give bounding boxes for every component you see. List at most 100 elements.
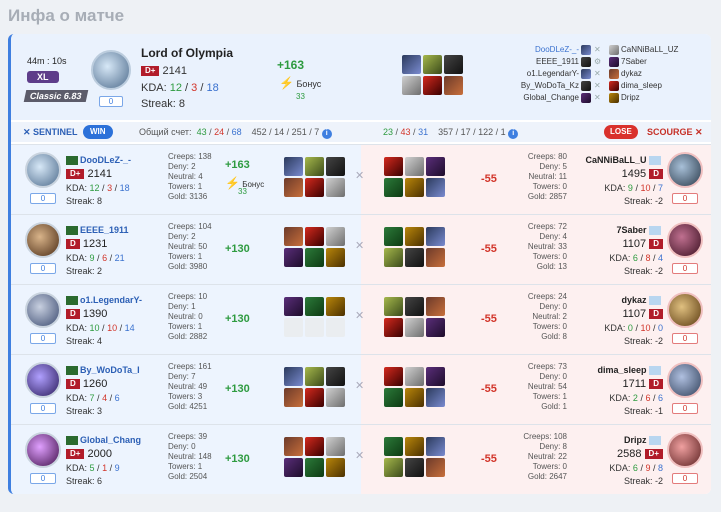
item-icon[interactable] [326, 227, 345, 246]
item-icon[interactable] [284, 227, 303, 246]
player-name[interactable]: dykaz [577, 295, 663, 306]
player-name[interactable]: By_WoDoTa_I [66, 365, 146, 376]
item-icon[interactable] [305, 458, 324, 477]
item-icon[interactable] [402, 55, 421, 74]
player-name[interactable]: 7Saber [577, 225, 663, 236]
item-icon[interactable] [405, 248, 424, 267]
sentinel-player[interactable]: By_WoDoTa_Kz [511, 80, 593, 92]
info-icon[interactable]: i [508, 129, 519, 139]
item-icon[interactable] [423, 76, 442, 95]
player-name[interactable]: o1.LegendarY- [66, 295, 146, 306]
item-icon[interactable] [405, 178, 424, 197]
report-box[interactable]: 0 [30, 333, 56, 344]
hero-avatar[interactable] [25, 222, 61, 258]
item-icon[interactable] [384, 458, 403, 477]
hero-avatar[interactable] [25, 152, 61, 188]
item-icon[interactable] [284, 178, 303, 197]
mvp-name[interactable]: Lord of Olympia [141, 46, 233, 60]
scourge-player[interactable]: CaNNiBaLL_UZ [607, 44, 707, 56]
report-box[interactable]: 0 [672, 333, 698, 344]
item-icon[interactable] [423, 55, 442, 74]
item-icon[interactable] [326, 178, 345, 197]
hero-avatar[interactable] [667, 432, 703, 468]
item-icon[interactable] [384, 437, 403, 456]
hero-avatar[interactable] [667, 292, 703, 328]
item-icon[interactable] [284, 297, 303, 316]
item-icon[interactable] [384, 157, 403, 176]
item-icon[interactable] [305, 388, 324, 407]
item-icon[interactable] [284, 437, 303, 456]
item-icon[interactable] [405, 227, 424, 246]
item-icon[interactable] [444, 55, 463, 74]
item-icon[interactable] [405, 388, 424, 407]
item-icon[interactable] [426, 388, 445, 407]
item-icon[interactable] [405, 437, 424, 456]
sentinel-player[interactable]: Global_Change [511, 92, 593, 104]
item-icon[interactable] [384, 178, 403, 197]
hero-avatar[interactable] [25, 292, 61, 328]
scourge-player[interactable]: dykaz [607, 68, 707, 80]
item-icon[interactable] [305, 227, 324, 246]
item-icon[interactable] [284, 248, 303, 267]
item-icon[interactable] [326, 157, 345, 176]
item-icon[interactable] [305, 157, 324, 176]
report-box[interactable]: 0 [30, 193, 56, 204]
item-icon[interactable] [426, 297, 445, 316]
item-icon[interactable] [384, 367, 403, 386]
item-icon[interactable] [426, 437, 445, 456]
report-box[interactable]: 0 [30, 263, 56, 274]
item-icon[interactable] [405, 318, 424, 337]
item-icon[interactable] [384, 227, 403, 246]
item-icon[interactable] [384, 297, 403, 316]
hero-avatar[interactable] [667, 152, 703, 188]
item-icon[interactable] [426, 178, 445, 197]
item-icon[interactable] [305, 297, 324, 316]
item-icon[interactable] [405, 297, 424, 316]
item-icon[interactable] [426, 227, 445, 246]
player-name[interactable]: Dripz [577, 435, 663, 446]
item-icon[interactable] [426, 157, 445, 176]
item-icon[interactable] [384, 388, 403, 407]
mvp-report-box[interactable]: 0 [99, 96, 123, 107]
scourge-player[interactable]: 7Saber [607, 56, 707, 68]
info-icon[interactable]: i [321, 129, 332, 139]
hero-avatar[interactable] [667, 362, 703, 398]
report-box[interactable]: 0 [672, 193, 698, 204]
item-icon[interactable] [326, 248, 345, 267]
item-icon[interactable] [326, 458, 345, 477]
hero-avatar[interactable] [25, 432, 61, 468]
sentinel-player[interactable]: o1.LegendarY- [511, 68, 593, 80]
mvp-avatar[interactable] [91, 50, 131, 90]
item-icon[interactable] [284, 157, 303, 176]
report-box[interactable]: 0 [30, 473, 56, 484]
hero-avatar[interactable] [667, 222, 703, 258]
report-box[interactable]: 0 [672, 473, 698, 484]
item-icon[interactable] [305, 178, 324, 197]
item-icon[interactable] [326, 367, 345, 386]
item-icon[interactable] [426, 458, 445, 477]
item-icon[interactable] [405, 157, 424, 176]
item-icon[interactable] [384, 248, 403, 267]
item-icon[interactable] [384, 318, 403, 337]
item-icon[interactable] [405, 367, 424, 386]
item-icon[interactable] [326, 437, 345, 456]
player-name[interactable]: DooDLeZ-_- [66, 155, 146, 166]
report-box[interactable]: 0 [30, 403, 56, 414]
player-name[interactable]: dima_sleep [577, 365, 663, 376]
player-name[interactable]: CaNNiBaLL_U [577, 155, 663, 166]
item-icon[interactable] [305, 437, 324, 456]
scourge-player[interactable]: dima_sleep [607, 80, 707, 92]
sentinel-player[interactable]: EEEE_1911 [511, 56, 593, 68]
item-icon[interactable] [305, 367, 324, 386]
item-icon[interactable] [426, 367, 445, 386]
item-icon[interactable] [405, 458, 424, 477]
item-icon[interactable] [426, 318, 445, 337]
item-icon[interactable] [426, 248, 445, 267]
player-name[interactable]: Global_Chang [66, 435, 146, 446]
scourge-player[interactable]: Dripz [607, 92, 707, 104]
player-name[interactable]: EEEE_1911 [66, 225, 146, 236]
item-icon[interactable] [284, 367, 303, 386]
hero-avatar[interactable] [25, 362, 61, 398]
item-icon[interactable] [402, 76, 421, 95]
item-icon[interactable] [326, 297, 345, 316]
